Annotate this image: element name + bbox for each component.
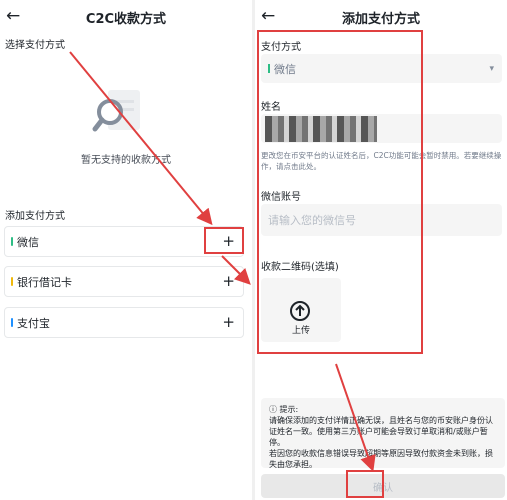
annotation-arrows: [69, 51, 376, 472]
annotation-arrow-2: [221, 255, 251, 285]
annotation-arrow-3: [335, 363, 376, 472]
annotation-arrow-1: [69, 51, 213, 226]
